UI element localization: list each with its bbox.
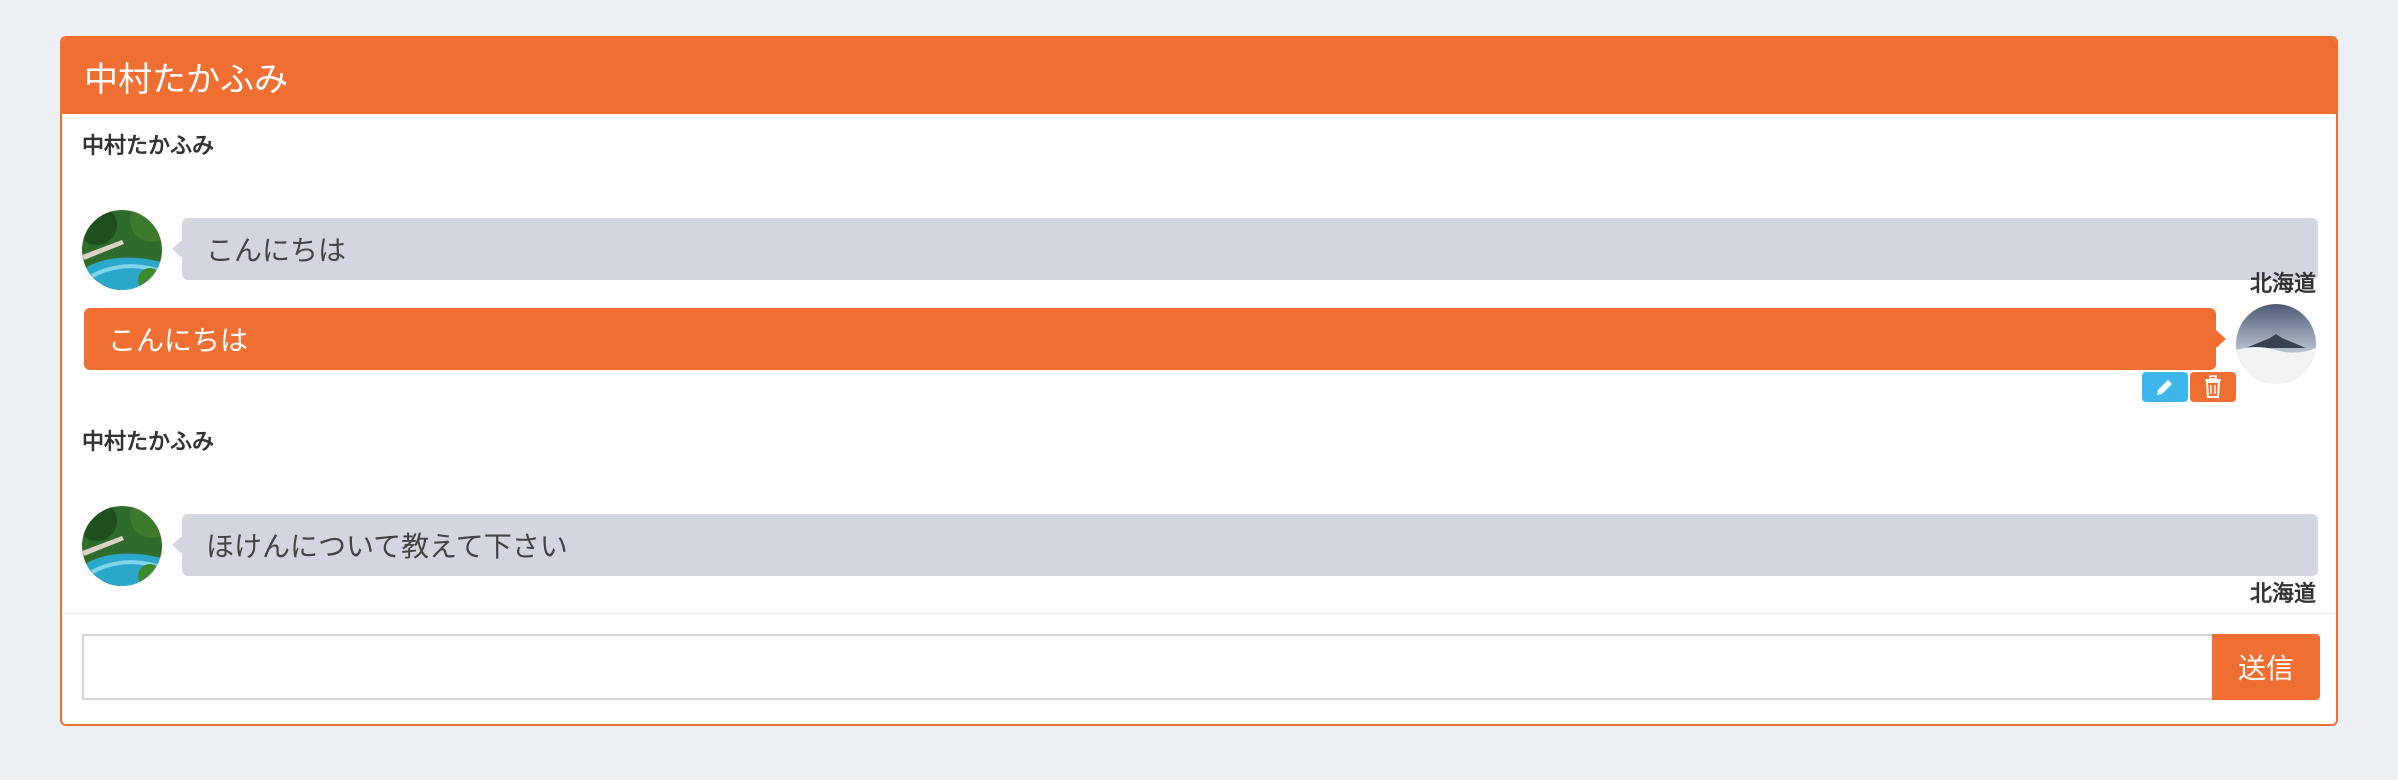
edit-icon bbox=[2157, 380, 2172, 395]
send-button[interactable]: 送信 bbox=[2212, 634, 2320, 700]
message-item: 北海道 こんにちは bbox=[62, 254, 2336, 414]
delete-button[interactable] bbox=[2190, 372, 2236, 402]
chat-title: 中村たかふみ bbox=[84, 59, 288, 100]
sender-name: 中村たかふみ bbox=[82, 134, 215, 159]
message-text: ほけんについて教えて下さい bbox=[206, 530, 568, 563]
sender-name: 中村たかふみ bbox=[82, 430, 215, 455]
trash-icon bbox=[2205, 375, 2221, 398]
edit-button[interactable] bbox=[2142, 372, 2188, 402]
message-composer: 送信 bbox=[62, 613, 2336, 724]
message-item: 中村たかふみ こんにちは bbox=[62, 114, 2336, 290]
message-item: 中村たかふみ ほけんについて教えて下さい bbox=[62, 414, 2336, 586]
message-list[interactable]: 中村たかふみ こんにちは 北海道 こんにちは 中村たかふみ ほけんについて教えて… bbox=[62, 114, 2336, 652]
message-bubble: こんにちは bbox=[84, 308, 2226, 370]
mountain-avatar bbox=[2236, 304, 2316, 384]
sender-name: 北海道 bbox=[2249, 272, 2316, 297]
sender-name: 北海道 bbox=[2249, 582, 2316, 607]
message-text: こんにちは bbox=[108, 324, 249, 357]
chat-panel: 中村たかふみ 中村たかふみ こんにちは 北海道 こんにちは 中村たかふみ ほけん… bbox=[60, 36, 2338, 726]
chat-header: 中村たかふみ bbox=[62, 38, 2336, 114]
message-input[interactable] bbox=[82, 634, 2212, 700]
